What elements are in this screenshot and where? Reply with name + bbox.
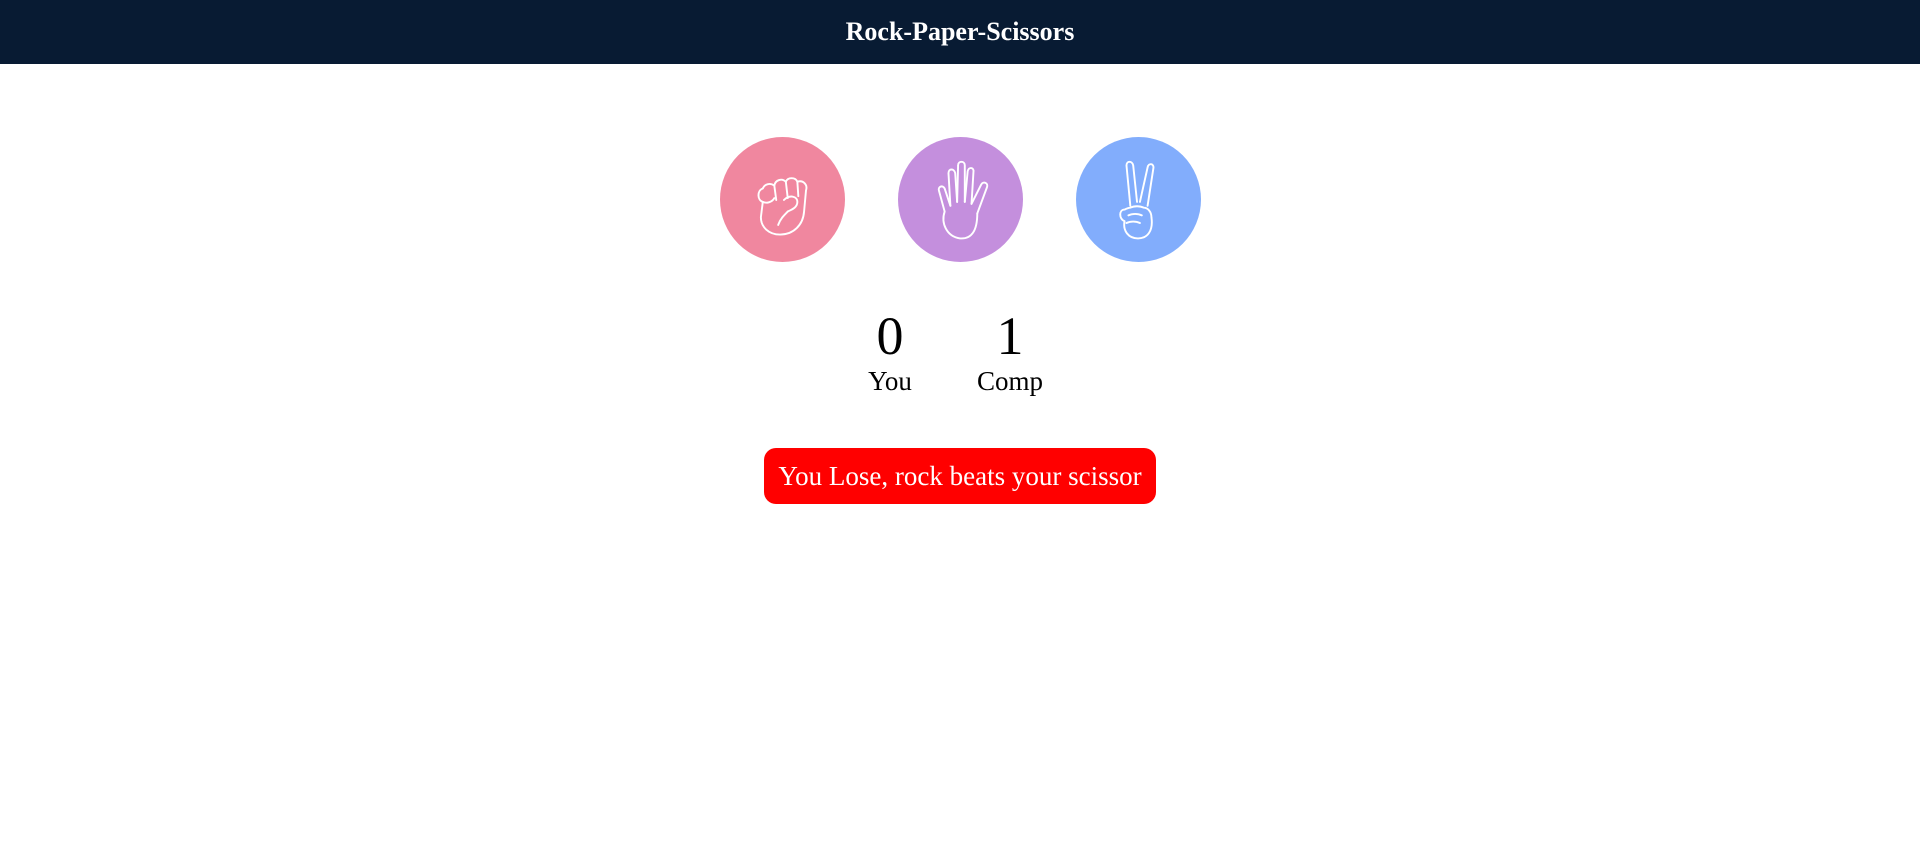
scissors-choice-button[interactable] <box>1075 137 1201 262</box>
user-score-value: 0 <box>876 306 904 366</box>
choices-container <box>0 137 1920 262</box>
result-message: You Lose, rock beats your scissor <box>764 448 1156 504</box>
app-header: Rock-Paper-Scissors <box>0 0 1920 64</box>
rock-choice-button[interactable] <box>719 137 845 262</box>
page-title: Rock-Paper-Scissors <box>845 17 1075 46</box>
fist-icon <box>757 176 808 236</box>
paper-choice-button[interactable] <box>897 137 1023 262</box>
scoreboard: 0 You 1 Comp <box>0 308 1920 396</box>
comp-score-label: Comp <box>976 366 1043 396</box>
peace-sign-icon <box>1119 160 1155 239</box>
comp-score-value: 1 <box>996 306 1024 366</box>
user-score: 0 You <box>856 308 924 396</box>
comp-score: 1 Comp <box>976 308 1044 396</box>
open-hand-icon <box>937 160 989 239</box>
user-score-label: You <box>868 366 912 396</box>
message-container: You Lose, rock beats your scissor <box>0 448 1920 504</box>
